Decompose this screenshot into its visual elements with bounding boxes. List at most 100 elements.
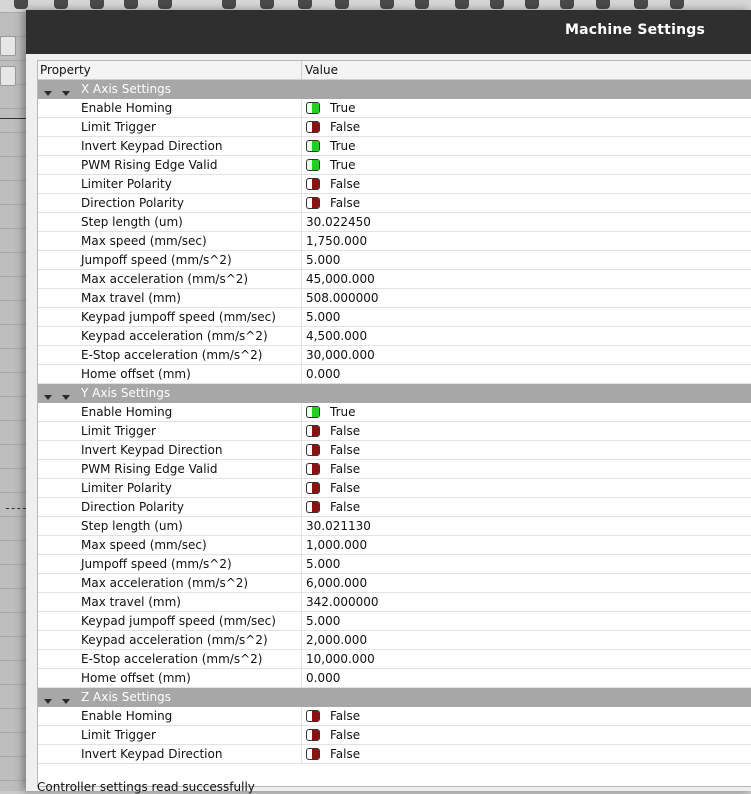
- toggle-off-icon[interactable]: [306, 482, 320, 494]
- numeric-value[interactable]: 1,000.000: [306, 538, 367, 552]
- toggle-off-icon[interactable]: [306, 121, 320, 133]
- property-label: Max speed (mm/sec): [81, 538, 207, 552]
- numeric-value[interactable]: 342.000000: [306, 595, 379, 609]
- bool-value[interactable]: False: [330, 177, 360, 191]
- numeric-value[interactable]: 6,000.000: [306, 576, 367, 590]
- setting-row[interactable]: Keypad jumpoff speed (mm/sec) 5.000: [38, 612, 751, 631]
- setting-row[interactable]: Max travel (mm) 508.000000: [38, 289, 751, 308]
- setting-row[interactable]: Enable Homing True: [38, 403, 751, 422]
- numeric-value[interactable]: 5.000: [306, 614, 340, 628]
- setting-row[interactable]: Enable Homing False: [38, 707, 751, 726]
- setting-row[interactable]: Keypad acceleration (mm/s^2) 4,500.000: [38, 327, 751, 346]
- header-value[interactable]: Value: [305, 63, 338, 77]
- setting-row[interactable]: PWM Rising Edge Valid True: [38, 156, 751, 175]
- numeric-value[interactable]: 4,500.000: [306, 329, 367, 343]
- setting-row[interactable]: E-Stop acceleration (mm/s^2) 10,000.000: [38, 650, 751, 669]
- setting-row[interactable]: Enable Homing True: [38, 99, 751, 118]
- toggle-on-icon[interactable]: [306, 406, 320, 418]
- bool-value[interactable]: False: [330, 196, 360, 210]
- bool-value[interactable]: True: [330, 101, 356, 115]
- setting-row[interactable]: Max travel (mm) 342.000000: [38, 593, 751, 612]
- settings-tree[interactable]: Property Value X Axis Settings Enable Hom…: [37, 60, 751, 787]
- setting-row[interactable]: Step length (um) 30.021130: [38, 517, 751, 536]
- group-header[interactable]: Z Axis Settings: [38, 688, 751, 707]
- setting-row[interactable]: Step length (um) 30.022450: [38, 213, 751, 232]
- setting-row[interactable]: Direction Polarity False: [38, 194, 751, 213]
- toolbar-icon: [490, 0, 504, 9]
- column-divider: [301, 175, 302, 194]
- numeric-value[interactable]: 30.022450: [306, 215, 371, 229]
- toggle-on-icon[interactable]: [306, 159, 320, 171]
- expand-arrow-icon[interactable]: [44, 85, 80, 99]
- header-divider[interactable]: [301, 61, 302, 79]
- setting-row[interactable]: Home offset (mm) 0.000: [38, 365, 751, 384]
- group-header[interactable]: X Axis Settings: [38, 80, 751, 99]
- bool-value[interactable]: False: [330, 481, 360, 495]
- setting-row[interactable]: Limiter Polarity False: [38, 479, 751, 498]
- property-label: Keypad acceleration (mm/s^2): [81, 329, 268, 343]
- bool-value[interactable]: False: [330, 462, 360, 476]
- numeric-value[interactable]: 0.000: [306, 671, 340, 685]
- numeric-value[interactable]: 2,000.000: [306, 633, 367, 647]
- setting-row[interactable]: Invert Keypad Direction False: [38, 441, 751, 460]
- numeric-value[interactable]: 0.000: [306, 367, 340, 381]
- numeric-value[interactable]: 1,750.000: [306, 234, 367, 248]
- setting-row[interactable]: E-Stop acceleration (mm/s^2) 30,000.000: [38, 346, 751, 365]
- numeric-value[interactable]: 5.000: [306, 253, 340, 267]
- bool-value[interactable]: True: [330, 139, 356, 153]
- toggle-off-icon[interactable]: [306, 710, 320, 722]
- setting-row[interactable]: Keypad jumpoff speed (mm/sec) 5.000: [38, 308, 751, 327]
- toggle-off-icon[interactable]: [306, 501, 320, 513]
- spin-box[interactable]: [0, 36, 16, 56]
- setting-row[interactable]: Limit Trigger False: [38, 422, 751, 441]
- dialog-titlebar[interactable]: Machine Settings: [26, 10, 751, 54]
- bool-value[interactable]: False: [330, 747, 360, 761]
- toggle-off-icon[interactable]: [306, 463, 320, 475]
- expand-arrow-icon[interactable]: [44, 389, 80, 403]
- property-label: Invert Keypad Direction: [81, 139, 223, 153]
- setting-row[interactable]: PWM Rising Edge Valid False: [38, 460, 751, 479]
- toggle-on-icon[interactable]: [306, 140, 320, 152]
- setting-row[interactable]: Keypad acceleration (mm/s^2) 2,000.000: [38, 631, 751, 650]
- bool-value[interactable]: True: [330, 405, 356, 419]
- setting-row[interactable]: Jumpoff speed (mm/s^2) 5.000: [38, 251, 751, 270]
- setting-row[interactable]: Jumpoff speed (mm/s^2) 5.000: [38, 555, 751, 574]
- setting-row[interactable]: Invert Keypad Direction True: [38, 137, 751, 156]
- expand-arrow-icon[interactable]: [44, 693, 80, 707]
- toggle-off-icon[interactable]: [306, 178, 320, 190]
- setting-row[interactable]: Max speed (mm/sec) 1,000.000: [38, 536, 751, 555]
- numeric-value[interactable]: 5.000: [306, 557, 340, 571]
- setting-row[interactable]: Limiter Polarity False: [38, 175, 751, 194]
- header-property[interactable]: Property: [40, 63, 91, 77]
- bool-value[interactable]: False: [330, 120, 360, 134]
- toggle-on-icon[interactable]: [306, 102, 320, 114]
- toggle-off-icon[interactable]: [306, 197, 320, 209]
- toggle-off-icon[interactable]: [306, 748, 320, 760]
- setting-row[interactable]: Max acceleration (mm/s^2) 45,000.000: [38, 270, 751, 289]
- group-header[interactable]: Y Axis Settings: [38, 384, 751, 403]
- numeric-value[interactable]: 30,000.000: [306, 348, 375, 362]
- setting-row[interactable]: Max speed (mm/sec) 1,750.000: [38, 232, 751, 251]
- spin-box[interactable]: [0, 66, 16, 86]
- numeric-value[interactable]: 508.000000: [306, 291, 379, 305]
- setting-row[interactable]: Direction Polarity False: [38, 498, 751, 517]
- numeric-value[interactable]: 30.021130: [306, 519, 371, 533]
- bool-value[interactable]: False: [330, 443, 360, 457]
- setting-row[interactable]: Limit Trigger False: [38, 726, 751, 745]
- numeric-value[interactable]: 45,000.000: [306, 272, 375, 286]
- toggle-off-icon[interactable]: [306, 729, 320, 741]
- setting-row[interactable]: Limit Trigger False: [38, 118, 751, 137]
- setting-row[interactable]: Max acceleration (mm/s^2) 6,000.000: [38, 574, 751, 593]
- setting-row[interactable]: Home offset (mm) 0.000: [38, 669, 751, 688]
- numeric-value[interactable]: 5.000: [306, 310, 340, 324]
- toggle-off-icon[interactable]: [306, 444, 320, 456]
- bool-value[interactable]: True: [330, 158, 356, 172]
- bool-value[interactable]: False: [330, 500, 360, 514]
- bool-value[interactable]: False: [330, 424, 360, 438]
- canvas-dashed-line: [6, 508, 26, 509]
- bool-value[interactable]: False: [330, 709, 360, 723]
- numeric-value[interactable]: 10,000.000: [306, 652, 375, 666]
- bool-value[interactable]: False: [330, 728, 360, 742]
- toggle-off-icon[interactable]: [306, 425, 320, 437]
- setting-row[interactable]: Invert Keypad Direction False: [38, 745, 751, 764]
